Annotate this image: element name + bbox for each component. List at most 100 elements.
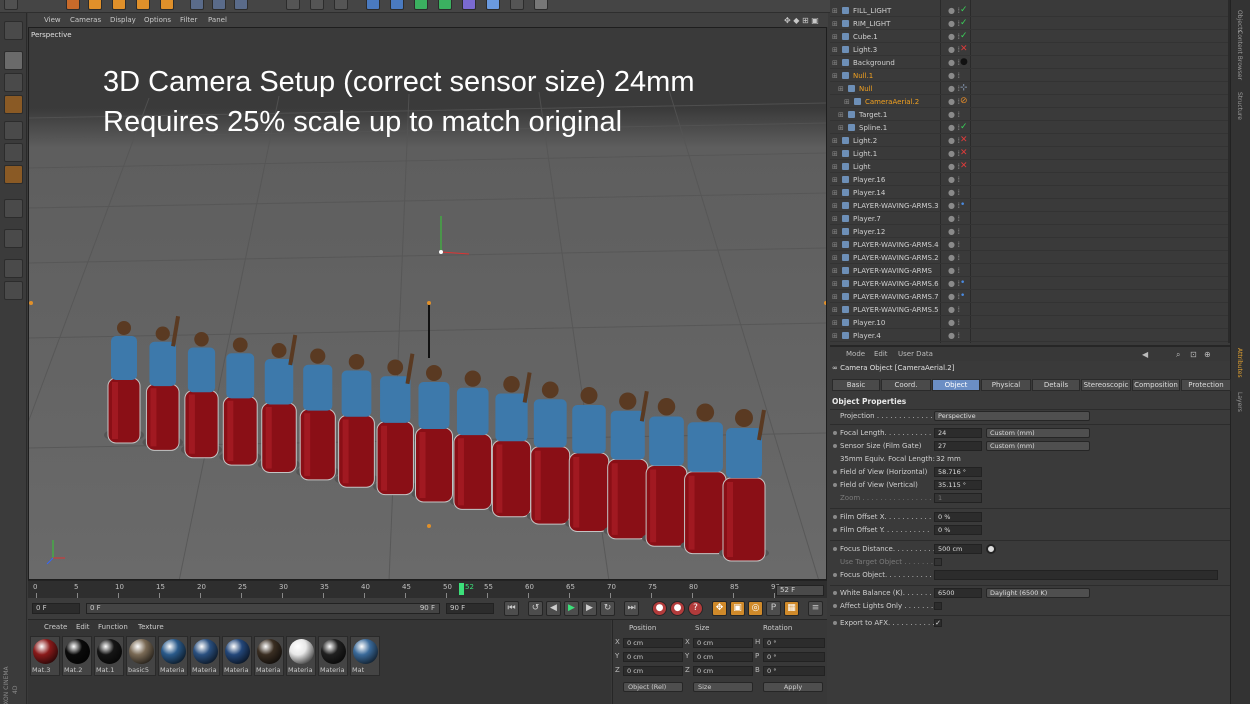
object-row[interactable]: ⊞ RIM_LIGHT ● ⁞ ✓	[830, 17, 1230, 30]
object-name[interactable]: Player.4	[853, 332, 881, 340]
position-field[interactable]: 0 cm	[623, 666, 683, 676]
sensor-preset-select[interactable]: Custom (mm)	[986, 441, 1090, 451]
tab-protection[interactable]: Protection	[1181, 379, 1231, 391]
object-row[interactable]: ⊞ PLAYER-WAVING-ARMS.6 ● ⁞ •	[830, 277, 1230, 290]
edges-mode-icon[interactable]	[4, 143, 23, 162]
material-swatch[interactable]: Mat.2	[62, 636, 92, 676]
size-field[interactable]: 0 cm	[693, 666, 753, 676]
make-editable-icon[interactable]	[4, 21, 23, 40]
visibility-dots-icon[interactable]: ● ⁞	[948, 110, 960, 119]
attr-lock-icon[interactable]: ⊡	[1190, 350, 1197, 359]
white-balance-field[interactable]: 6500	[934, 588, 982, 598]
expand-icon[interactable]: ⊞	[832, 7, 838, 15]
focus-pick-icon[interactable]	[986, 544, 996, 554]
axis-mode-icon[interactable]	[4, 199, 23, 218]
sensor-size-field[interactable]: 27	[934, 441, 982, 451]
coord-mode-select[interactable]: Object (Rel)	[623, 682, 683, 692]
menu-display[interactable]: Display	[110, 16, 136, 24]
visibility-dots-icon[interactable]: ● ⁞	[948, 253, 960, 262]
object-row[interactable]: ⊞ PLAYER-WAVING-ARMS.3 ● ⁞ •	[830, 199, 1230, 212]
move-icon[interactable]	[88, 0, 102, 10]
object-row[interactable]: ⊞ PLAYER-WAVING-ARMS.4 ● ⁞	[830, 238, 1230, 251]
object-name[interactable]: PLAYER-WAVING-ARMS.6	[853, 280, 939, 288]
visibility-dots-icon[interactable]: ● ⁞	[948, 292, 960, 301]
material-swatch[interactable]: Mat.1	[94, 636, 124, 676]
timeline[interactable]: 051015202530354045505560657075808590 52 …	[28, 580, 827, 598]
render-settings-icon[interactable]	[334, 0, 348, 10]
object-name[interactable]: Player.7	[853, 215, 881, 223]
record-parameter-icon[interactable]: P	[766, 601, 781, 616]
object-row[interactable]: ⊞ PLAYER-WAVING-ARMS.5 ● ⁞	[830, 303, 1230, 316]
tab-composition[interactable]: Composition	[1132, 379, 1180, 391]
menu-create[interactable]: Create	[44, 623, 67, 631]
object-row[interactable]: ⊞ Player.12 ● ⁞	[830, 225, 1230, 238]
expand-icon[interactable]: ⊞	[832, 254, 838, 262]
record-keys-icon[interactable]: ●	[652, 601, 667, 616]
object-name[interactable]: PLAYER-WAVING-ARMS	[853, 267, 932, 275]
visibility-dots-icon[interactable]: ● ⁞	[948, 136, 960, 145]
expand-icon[interactable]: ⊞	[832, 319, 838, 327]
menu-function[interactable]: Function	[98, 623, 128, 631]
expand-icon[interactable]: ⊞	[832, 163, 838, 171]
fov-horizontal-field[interactable]: 58.716 °	[934, 467, 982, 477]
pen-icon[interactable]	[390, 0, 404, 10]
object-row[interactable]: ⊞ CameraAerial.2 ● ⁞ ⊘	[830, 95, 1230, 108]
render-view-icon[interactable]	[286, 0, 300, 10]
object-row[interactable]: ⊞ Player.16 ● ⁞	[830, 173, 1230, 186]
end-frame-field[interactable]: 90 F	[446, 603, 494, 614]
material-swatch[interactable]: Mat.3	[30, 636, 60, 676]
material-swatch[interactable]: Materia	[286, 636, 316, 676]
expand-icon[interactable]: ⊞	[832, 306, 838, 314]
object-name[interactable]: Light	[853, 163, 870, 171]
use-target-checkbox[interactable]	[934, 558, 942, 566]
expand-icon[interactable]: ⊞	[832, 202, 838, 210]
visibility-dots-icon[interactable]: ● ⁞	[948, 201, 960, 210]
rotation-field[interactable]: 0 °	[763, 666, 825, 676]
points-mode-icon[interactable]	[4, 121, 23, 140]
record-rotation-icon[interactable]: ◎	[748, 601, 763, 616]
tab-coord[interactable]: Coord.	[881, 379, 931, 391]
menu-view[interactable]: View	[44, 16, 61, 24]
object-row[interactable]: ⊞ Cube.1 ● ⁞ ✓	[830, 30, 1230, 43]
object-name[interactable]: Target.1	[859, 111, 887, 119]
preview-range-slider[interactable]: 0 F 90 F	[86, 603, 440, 614]
object-tag-icon[interactable]: ✕	[960, 135, 968, 145]
record-pla-icon[interactable]: ▦	[784, 601, 799, 616]
object-tag-icon[interactable]: ✓	[960, 122, 968, 132]
object-tag-icon[interactable]: ⊹	[960, 83, 968, 93]
go-to-end-icon[interactable]: ⏭	[624, 601, 639, 616]
live-selection-icon[interactable]	[66, 0, 80, 10]
object-row[interactable]: ⊞ PLAYER-WAVING-ARMS ● ⁞	[830, 264, 1230, 277]
visibility-dots-icon[interactable]: ● ⁞	[948, 84, 960, 93]
object-name[interactable]: RIM_LIGHT	[853, 20, 890, 28]
apply-button[interactable]: Apply	[763, 682, 823, 692]
object-tag-icon[interactable]: •	[960, 200, 965, 210]
attr-new-icon[interactable]: ⊕	[1204, 350, 1211, 359]
expand-icon[interactable]: ⊞	[838, 111, 844, 119]
object-row[interactable]: ⊞ Light.3 ● ⁞ ✕	[830, 43, 1230, 56]
expand-icon[interactable]: ⊞	[838, 85, 844, 93]
render-picture-icon[interactable]	[310, 0, 324, 10]
visibility-dots-icon[interactable]: ● ⁞	[948, 331, 960, 340]
expand-icon[interactable]: ⊞	[832, 189, 838, 197]
record-scale-icon[interactable]: ▣	[730, 601, 745, 616]
workplane-icon[interactable]	[4, 95, 23, 114]
array-icon[interactable]	[438, 0, 452, 10]
focus-distance-field[interactable]: 500 cm	[934, 544, 982, 554]
visibility-dots-icon[interactable]: ● ⁞	[948, 279, 960, 288]
keyframe-selection-icon[interactable]: ?	[688, 601, 703, 616]
material-swatch[interactable]: Mat	[350, 636, 380, 676]
position-field[interactable]: 0 cm	[623, 652, 683, 662]
object-row[interactable]: ⊞ Light.2 ● ⁞ ✕	[830, 134, 1230, 147]
object-row[interactable]: ⊞ Player.4 ● ⁞	[830, 329, 1230, 342]
play-icon[interactable]: ▶	[564, 601, 579, 616]
visibility-dots-icon[interactable]: ● ⁞	[948, 6, 960, 15]
object-row[interactable]: ⊞ Spline.1 ● ⁞ ✓	[830, 121, 1230, 134]
tab-stereoscopic[interactable]: Stereoscopic	[1081, 379, 1131, 391]
expand-icon[interactable]: ⊞	[832, 59, 838, 67]
size-field[interactable]: 0 cm	[693, 652, 753, 662]
position-field[interactable]: 0 cm	[623, 638, 683, 648]
autokey-icon[interactable]: ●	[670, 601, 685, 616]
menu-texture[interactable]: Texture	[138, 623, 164, 631]
next-key-icon[interactable]: ↻	[600, 601, 615, 616]
